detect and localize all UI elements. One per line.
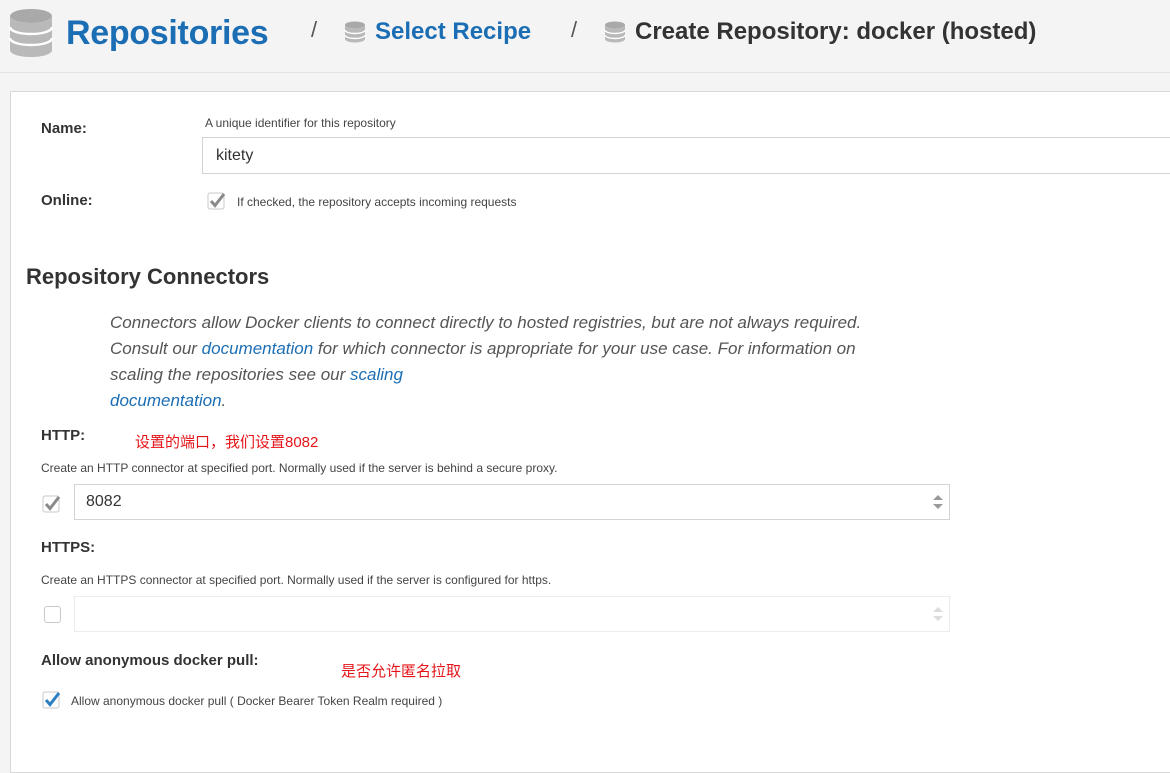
anonymous-pull-checkbox[interactable] <box>42 690 62 710</box>
online-checkbox[interactable] <box>207 191 227 211</box>
http-label: HTTP: <box>41 427 86 444</box>
connectors-description: Connectors allow Docker clients to conne… <box>110 310 870 414</box>
scaling-link-text: scaling <box>350 365 403 384</box>
https-hint: Create an HTTPS connector at specified p… <box>41 573 552 587</box>
online-label: Online: <box>41 192 93 209</box>
name-hint: A unique identifier for this repository <box>205 116 396 130</box>
port-stepper-icon[interactable] <box>931 490 945 514</box>
breadcrumb-create-repository: Create Repository: docker (hosted) <box>603 18 1036 46</box>
http-port-input[interactable] <box>74 484 950 520</box>
name-label: Name: <box>41 120 87 137</box>
http-checkbox[interactable] <box>42 494 62 514</box>
breadcrumb-separator: / <box>311 17 318 42</box>
https-label: HTTPS: <box>41 539 96 556</box>
database-icon <box>344 21 366 43</box>
online-checkbox-text: If checked, the repository accepts incom… <box>237 195 517 209</box>
breadcrumb-select-recipe[interactable]: Select Recipe <box>343 18 531 46</box>
http-hint: Create an HTTP connector at specified po… <box>41 461 558 475</box>
breadcrumb-repositories-label: Repositories <box>66 13 269 52</box>
breadcrumb-separator: / <box>571 17 578 42</box>
page-title: Create Repository: docker (hosted) <box>635 18 1037 45</box>
breadcrumb-repositories[interactable]: Repositories <box>8 8 269 58</box>
breadcrumb-select-recipe-label: Select Recipe <box>375 18 532 45</box>
anonymous-pull-checkbox-text: Allow anonymous docker pull ( Docker Bea… <box>71 694 443 708</box>
port-stepper-icon[interactable] <box>931 602 945 626</box>
http-annotation: 设置的端口，我们设置8082 <box>135 434 319 451</box>
database-icon <box>8 9 54 57</box>
documentation-link[interactable]: documentation <box>202 339 314 358</box>
page-header: Repositories / Select Recipe / Create Re… <box>0 0 1170 73</box>
documentation-link-text: documentation <box>110 391 222 410</box>
anonymous-pull-label: Allow anonymous docker pull: <box>41 652 259 669</box>
description-text: . <box>221 391 227 410</box>
database-icon <box>604 21 626 43</box>
repository-form-panel: Name: A unique identifier for this repos… <box>10 91 1170 773</box>
anonymous-pull-annotation: 是否允许匿名拉取 <box>341 663 462 680</box>
https-checkbox[interactable] <box>44 606 61 623</box>
name-input[interactable] <box>202 137 1170 174</box>
connectors-section-title: Repository Connectors <box>26 264 270 289</box>
https-port-input[interactable] <box>74 596 950 632</box>
